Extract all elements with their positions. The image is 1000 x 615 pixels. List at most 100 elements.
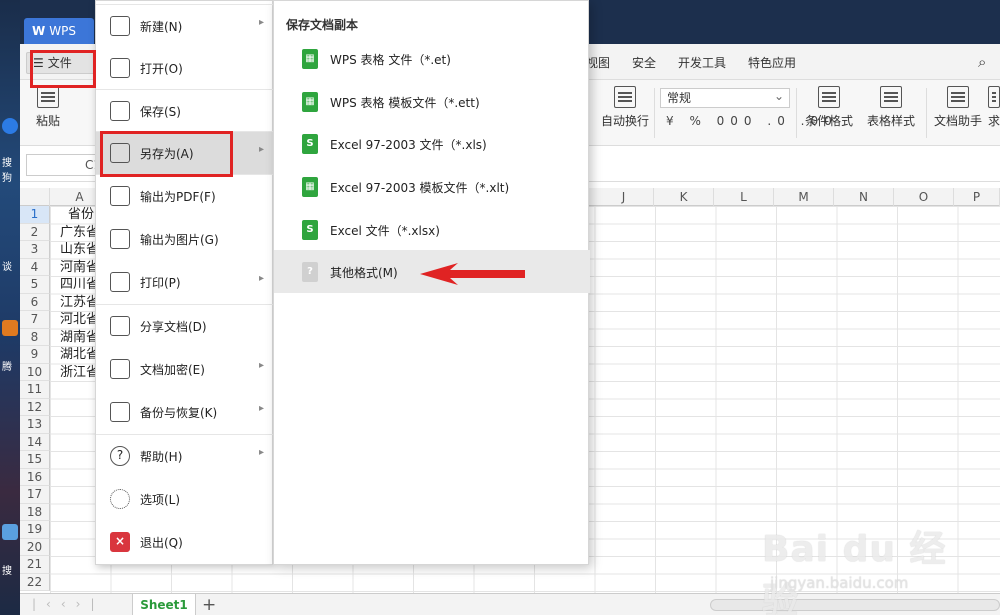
row-header[interactable]: 12	[20, 398, 50, 416]
folder-icon	[110, 58, 130, 78]
menu-divider	[96, 434, 274, 435]
row-header[interactable]: 11	[20, 381, 50, 399]
tab-security[interactable]: 安全	[632, 54, 656, 71]
table-style-icon	[880, 86, 902, 108]
conditional-format-button[interactable]: 条件格式	[800, 86, 858, 129]
save-format-option[interactable]: S Excel 文件（*.xlsx)	[274, 208, 590, 251]
file-menu-item[interactable]: 保存(S)	[96, 90, 274, 132]
file-menu-item[interactable]: 备份与恢复(K) ▸	[96, 391, 274, 433]
submenu-arrow-icon: ▸	[258, 403, 264, 414]
corner-cell[interactable]	[20, 188, 50, 206]
number-format-select[interactable]: 常规	[660, 87, 790, 108]
save-format-option[interactable]: ▦ Excel 97-2003 模板文件（*.xlt)	[274, 165, 590, 208]
column-header[interactable]: M	[774, 188, 834, 206]
file-menu-item-label: 打印(P)	[140, 276, 181, 290]
save-format-option[interactable]: ▦ WPS 表格 模板文件（*.ett)	[274, 80, 590, 123]
save-format-option[interactable]: S Excel 97-2003 文件（*.xls)	[274, 122, 590, 165]
search-icon[interactable]: ⌕	[978, 53, 986, 71]
tab-developer[interactable]: 开发工具	[678, 54, 726, 71]
column-header[interactable]: J	[594, 188, 654, 206]
row-header[interactable]: 14	[20, 433, 50, 451]
row-header[interactable]: 22	[20, 573, 50, 591]
file-menu-item[interactable]: 新建(N) ▸	[96, 5, 274, 47]
paste-icon	[37, 86, 59, 108]
save-format-label: 其他格式(M)	[330, 266, 398, 280]
file-menu-item-label: 文档加密(E)	[140, 363, 205, 377]
column-header[interactable]: N	[834, 188, 894, 206]
doc-assistant-button[interactable]: 文档助手	[932, 86, 984, 129]
ribbon-separator	[654, 88, 655, 138]
table-style-button[interactable]: 表格样式	[862, 86, 920, 129]
menu-divider	[96, 304, 274, 305]
row-header[interactable]: 17	[20, 486, 50, 504]
row-header[interactable]: 8	[20, 328, 50, 346]
app-icon[interactable]	[2, 524, 18, 540]
truncated-ribbon-button[interactable]: 求	[988, 86, 1000, 129]
sogou-icon[interactable]	[2, 118, 18, 134]
spreadsheet-file-icon: S	[302, 220, 318, 240]
sheet-nav-arrows-icon[interactable]: |‹‹›|	[32, 597, 104, 611]
desktop-label: 谈	[2, 262, 12, 273]
file-menu-item[interactable]: × 退出(Q)	[96, 521, 274, 563]
file-menu-item-label: 打开(O)	[140, 62, 183, 76]
row-header[interactable]: 9	[20, 346, 50, 364]
file-menu-item-label: 帮助(H)	[140, 450, 183, 464]
file-menu-item-label: 退出(Q)	[140, 536, 183, 550]
row-header[interactable]: 7	[20, 311, 50, 329]
conditional-format-label: 条件格式	[804, 114, 853, 128]
column-header[interactable]: K	[654, 188, 714, 206]
truncated-ribbon-label: 求	[988, 114, 1000, 128]
row-header[interactable]: 4	[20, 258, 50, 276]
save-format-label: Excel 97-2003 模板文件（*.xlt)	[330, 181, 510, 195]
row-header[interactable]: 5	[20, 276, 50, 294]
file-menu-item[interactable]: 分享文档(D)	[96, 305, 274, 347]
row-header[interactable]: 13	[20, 416, 50, 434]
row-header[interactable]: 6	[20, 293, 50, 311]
desktop-background: 搜狗 谈 腾 搜	[0, 0, 20, 615]
row-header[interactable]: 20	[20, 538, 50, 556]
wrap-text-label: 自动换行	[600, 114, 649, 128]
pdf-icon	[110, 186, 130, 206]
row-header[interactable]: 3	[20, 241, 50, 259]
wrap-text-icon	[614, 86, 636, 108]
file-menu-item[interactable]: 文档加密(E) ▸	[96, 348, 274, 390]
sheet-tab[interactable]: Sheet1	[132, 594, 196, 615]
file-menu-dropdown: 新建(N) ▸ 打开(O) 保存(S) 另存为(A) ▸ 输出为PDF(F) 输出为图片(G)…	[95, 0, 274, 565]
file-menu-item[interactable]: 打开(O)	[96, 47, 274, 89]
tab-special-apps[interactable]: 特色应用	[748, 54, 796, 71]
doc-assistant-icon	[947, 86, 969, 108]
submenu-title: 保存文档副本	[286, 18, 359, 32]
row-header[interactable]: 15	[20, 451, 50, 469]
row-header[interactable]: 18	[20, 503, 50, 521]
desktop-label: 搜	[2, 566, 12, 577]
paste-label: 粘贴	[35, 114, 60, 128]
row-header[interactable]: 1	[20, 206, 50, 224]
baidu-watermark: Bai du 经验 jingyan.baidu.com	[762, 510, 982, 615]
file-menu-item[interactable]: 打印(P) ▸	[96, 261, 274, 303]
annotation-box-file	[30, 50, 96, 88]
file-menu-item-label: 输出为PDF(F)	[140, 190, 216, 204]
row-header[interactable]: 16	[20, 468, 50, 486]
row-header[interactable]: 19	[20, 521, 50, 539]
row-header[interactable]: 10	[20, 363, 50, 381]
column-header[interactable]: O	[894, 188, 954, 206]
file-menu-item[interactable]: 输出为PDF(F)	[96, 175, 274, 217]
file-menu-item-label: 新建(N)	[140, 20, 183, 34]
wps-home-tab[interactable]: W WPS	[24, 18, 94, 44]
spreadsheet-file-icon: ▦	[302, 177, 318, 197]
wps-tab-label: WPS	[49, 24, 76, 38]
column-header[interactable]: P	[954, 188, 1000, 206]
save-format-label: WPS 表格 模板文件（*.ett)	[330, 96, 480, 110]
app-icon[interactable]	[2, 320, 18, 336]
row-header[interactable]: 2	[20, 223, 50, 241]
backup-icon	[110, 402, 130, 422]
file-menu-item[interactable]: 选项(L)	[96, 478, 274, 520]
wrap-text-button[interactable]: 自动换行	[598, 86, 652, 129]
add-sheet-button[interactable]: +	[202, 594, 216, 615]
column-header[interactable]: L	[714, 188, 774, 206]
file-menu-item[interactable]: 输出为图片(G)	[96, 218, 274, 260]
paste-button[interactable]: 粘贴	[28, 86, 68, 129]
save-format-option[interactable]: ▦ WPS 表格 文件（*.et)	[274, 37, 590, 80]
file-menu-item[interactable]: ? 帮助(H) ▸	[96, 435, 274, 477]
row-header[interactable]: 21	[20, 556, 50, 574]
